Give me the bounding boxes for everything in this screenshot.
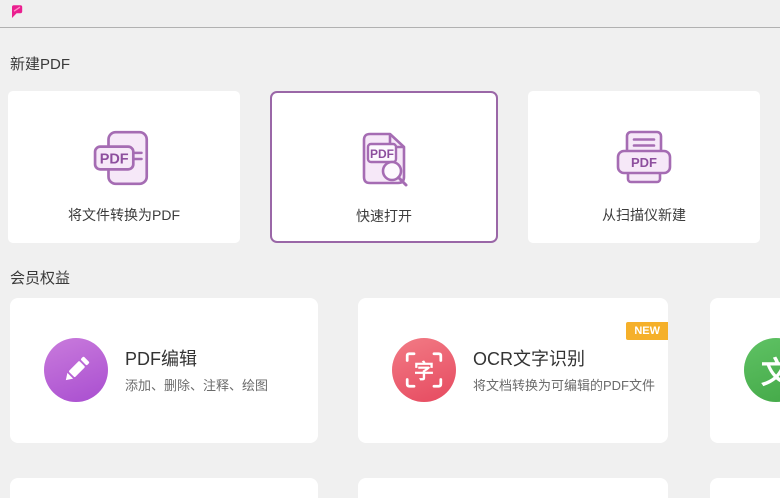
benefit-title: PDF编辑: [125, 349, 197, 369]
benefit-subtitle: 添加、删除、注释、绘图: [125, 378, 269, 393]
pencil-icon: [65, 356, 90, 381]
convert-to-pdf-icon: PDF: [93, 130, 149, 186]
benefit-title: OCR文字识别: [473, 349, 585, 369]
ocr-text-icon: 字: [392, 338, 456, 402]
card-pdf-edit[interactable]: PDF编辑 添加、删除、注释、绘图: [10, 298, 318, 443]
card-new-from-scanner[interactable]: PDF 从扫描仪新建: [528, 91, 760, 243]
card-convert-to-pdf[interactable]: PDF 将文件转换为PDF: [8, 91, 240, 243]
card-partial-1[interactable]: [10, 478, 318, 498]
card-label: 快速打开: [356, 208, 412, 224]
app-logo-icon: [12, 5, 23, 18]
translate-character: 文: [761, 357, 780, 390]
new-badge: NEW: [626, 322, 668, 340]
section-title-create-pdf: 新建PDF: [10, 56, 71, 73]
card-partial-3[interactable]: [710, 478, 780, 498]
section-title-member-benefits: 会员权益: [10, 270, 71, 287]
card-partial-2[interactable]: [358, 478, 668, 498]
ocr-frame-icon: 字: [405, 352, 443, 388]
card-label: 将文件转换为PDF: [68, 207, 180, 223]
pencil-edit-icon: [44, 338, 108, 402]
ocr-character: 字: [414, 359, 434, 383]
benefit-subtitle: 将文档转换为可编辑的PDF文件: [473, 378, 656, 393]
quick-open-pdf-icon: PDF: [362, 132, 408, 187]
card-quick-open[interactable]: PDF 快速打开: [270, 91, 498, 243]
pdf-label: PDF: [100, 152, 129, 168]
card-ocr[interactable]: NEW 字 OCR文字识别 将文档转换为可编辑的PDF文件: [358, 298, 668, 443]
translate-doc-icon: 文: [744, 338, 780, 402]
top-bar: [0, 0, 780, 28]
card-translate[interactable]: 文: [710, 298, 780, 443]
card-label: 从扫描仪新建: [602, 207, 686, 223]
pdf-label: PDF: [370, 147, 394, 161]
pdf-label: PDF: [631, 155, 657, 170]
scanner-pdf-icon: PDF: [616, 130, 672, 184]
